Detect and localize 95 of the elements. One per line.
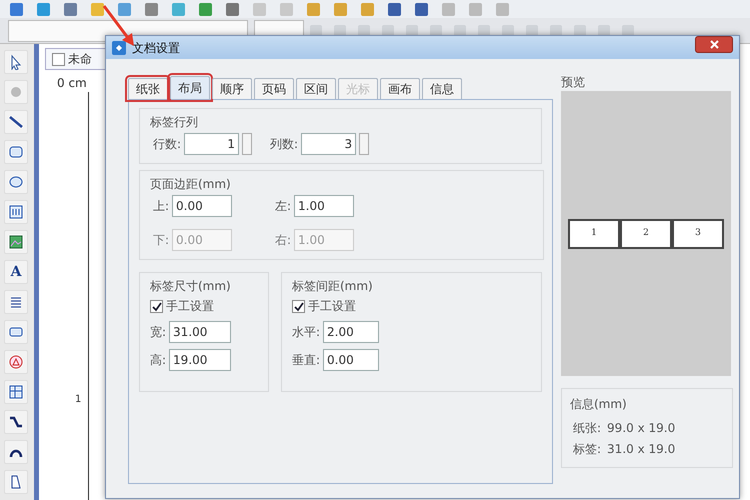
preview-label: 预览 [561,74,586,91]
group-title: 标签尺寸(mm) [150,278,232,295]
format-icon[interactable] [622,24,634,36]
format-icon[interactable] [574,24,586,36]
format-icon[interactable] [406,24,418,36]
format-icon[interactable] [526,24,538,36]
info-value: 31.0 x 19.0 [607,441,676,458]
tool-button[interactable] [4,290,28,314]
tab[interactable]: 页码 [254,78,294,99]
shape-tool-icon [8,354,24,370]
ruler-label: 0 cm [57,75,87,92]
input-field[interactable]: 3 [301,133,356,155]
tool-button[interactable] [4,440,28,464]
toolbar-icon[interactable] [37,2,50,16]
label-cell: 3 [672,218,724,248]
info-label: 标签: [573,441,602,458]
tab[interactable]: 信息 [422,78,462,99]
format-icon[interactable] [310,24,322,36]
format-icon[interactable] [382,24,394,36]
toolbar-icon[interactable] [226,2,239,16]
tool-button[interactable] [4,470,28,494]
checkbox-label: 手工设置 [308,298,356,315]
text-tool-button[interactable]: A [4,260,28,284]
tool-button[interactable] [4,200,28,224]
window-title: 文档设置 [132,40,180,56]
label-cell: 2 [620,218,672,248]
ruler-number: 1 [75,393,82,407]
tab[interactable]: 布局 [170,76,210,99]
tool-button[interactable] [4,380,28,404]
tool-button[interactable] [4,410,28,434]
input-field[interactable]: 1.00 [294,195,354,217]
tool-button[interactable] [4,170,28,194]
app-icon [112,40,126,54]
format-icon[interactable] [454,24,466,36]
image-tool-icon [8,234,24,250]
tool-button[interactable] [4,140,28,164]
group-title: 标签间距(mm) [292,278,374,295]
close-button[interactable] [695,36,733,53]
input-field[interactable]: 0.00 [172,195,232,217]
format-icon[interactable] [478,24,490,36]
field-label: 水平: [292,324,320,341]
group-title: 标签行列 [150,114,199,131]
rectangle-tool-icon [8,144,24,160]
toolbar-icon[interactable] [415,2,428,16]
toolbar-icon[interactable] [388,2,401,16]
field-label: 左: [275,198,292,215]
tab[interactable]: 区间 [296,78,336,99]
tool-button[interactable] [4,230,28,254]
checkbox[interactable] [150,300,163,312]
tab[interactable]: 画布 [380,78,420,99]
field-label: 宽: [150,324,166,341]
tool-button[interactable] [4,110,28,134]
group-title: 信息(mm) [570,396,628,413]
format-icon[interactable] [358,24,370,36]
format-icon[interactable] [430,24,442,36]
spinner-button[interactable] [359,133,370,155]
info-label: 纸张: [573,420,602,437]
group-title: 页面边距(mm) [150,176,232,193]
tool-button[interactable] [4,320,28,344]
input-field[interactable]: 1 [184,133,240,155]
field-label: 高: [150,352,166,369]
label-cell: 1 [568,218,620,248]
toolbar-icon[interactable] [145,2,158,16]
input-field[interactable]: 31.00 [169,321,232,343]
field-label: 垂直: [292,352,320,369]
checkbox[interactable] [292,300,305,312]
toolbar-icon[interactable] [199,2,212,16]
document-title: 未命 [68,51,92,68]
input-field[interactable]: 0.00 [323,349,380,371]
format-icon[interactable] [598,24,610,36]
checkbox-label: 手工设置 [166,298,214,315]
toolbar-icon[interactable] [64,2,77,16]
format-icon[interactable] [502,24,514,36]
tab[interactable]: 纸张 [128,78,168,99]
format-icon[interactable] [550,24,562,36]
table-tool-icon [8,384,24,400]
field-label: 列数: [270,136,298,153]
field-label: 右: [275,232,292,249]
input-field[interactable]: 19.00 [169,349,232,371]
field-label: 下: [153,232,170,249]
tool-button[interactable] [4,50,28,74]
curve-tool-icon [8,414,24,430]
field-label: 上: [153,198,170,215]
input-field[interactable]: 2.00 [323,321,380,343]
field-label: 行数: [153,136,182,153]
info-value: 99.0 x 19.0 [607,420,676,437]
ellipse-tool-icon [8,174,24,190]
toolbar-icon[interactable] [118,2,131,16]
toolbar-icon[interactable] [10,2,23,16]
spinner-button[interactable] [242,133,252,155]
barcode-tool-icon [8,204,24,220]
tab[interactable]: 顺序 [212,78,252,99]
close-icon [710,40,718,49]
line-tool-icon [8,114,24,130]
format-icon[interactable] [334,24,346,36]
